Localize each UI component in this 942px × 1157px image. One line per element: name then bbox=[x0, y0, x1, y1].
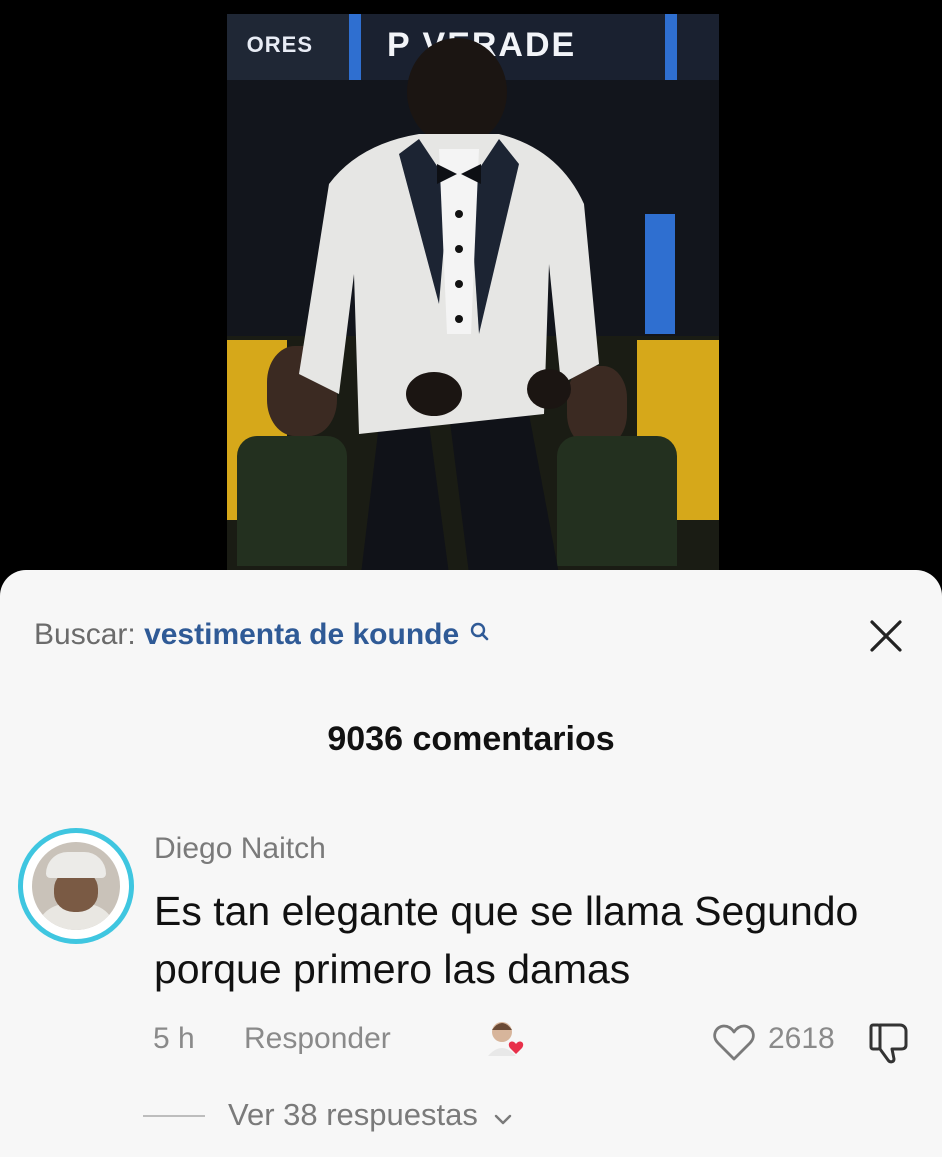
comment-time: 5 h bbox=[153, 1022, 195, 1055]
avatar[interactable] bbox=[18, 828, 134, 944]
comment-author[interactable]: Diego Naitch bbox=[154, 832, 326, 866]
heart-icon[interactable] bbox=[712, 1023, 756, 1063]
search-query-link[interactable]: vestimenta de kounde bbox=[144, 618, 459, 651]
search-label: Buscar: bbox=[34, 618, 136, 651]
comment-text: Es tan elegante que se llama Segundo por… bbox=[154, 888, 859, 992]
blue-pillar bbox=[645, 214, 675, 334]
dislike-icon[interactable] bbox=[866, 1019, 912, 1065]
video-player[interactable]: ORES P VERADE bbox=[227, 14, 719, 570]
creator-liked-icon bbox=[484, 1016, 530, 1062]
search-icon bbox=[470, 618, 490, 652]
comments-count-title: 9036 comentarios bbox=[327, 720, 615, 758]
avatar-cap bbox=[46, 852, 106, 878]
reply-button[interactable]: Responder bbox=[244, 1022, 391, 1056]
view-replies-label: Ver 38 respuestas bbox=[228, 1097, 478, 1132]
banner-stripe bbox=[665, 14, 677, 80]
like-count: 2618 bbox=[768, 1022, 835, 1055]
chevron-down-icon bbox=[493, 1099, 513, 1135]
avatar-photo bbox=[32, 842, 120, 930]
close-icon[interactable] bbox=[866, 616, 906, 656]
view-replies-button[interactable]: Ver 38 respuestas bbox=[228, 1097, 513, 1135]
replies-divider bbox=[143, 1115, 205, 1117]
man-in-tuxedo bbox=[299, 38, 599, 570]
comments-sheet: Buscar: vestimenta de kounde 9036 coment… bbox=[0, 570, 942, 1157]
search-suggestion[interactable]: Buscar: vestimenta de kounde bbox=[34, 618, 490, 652]
